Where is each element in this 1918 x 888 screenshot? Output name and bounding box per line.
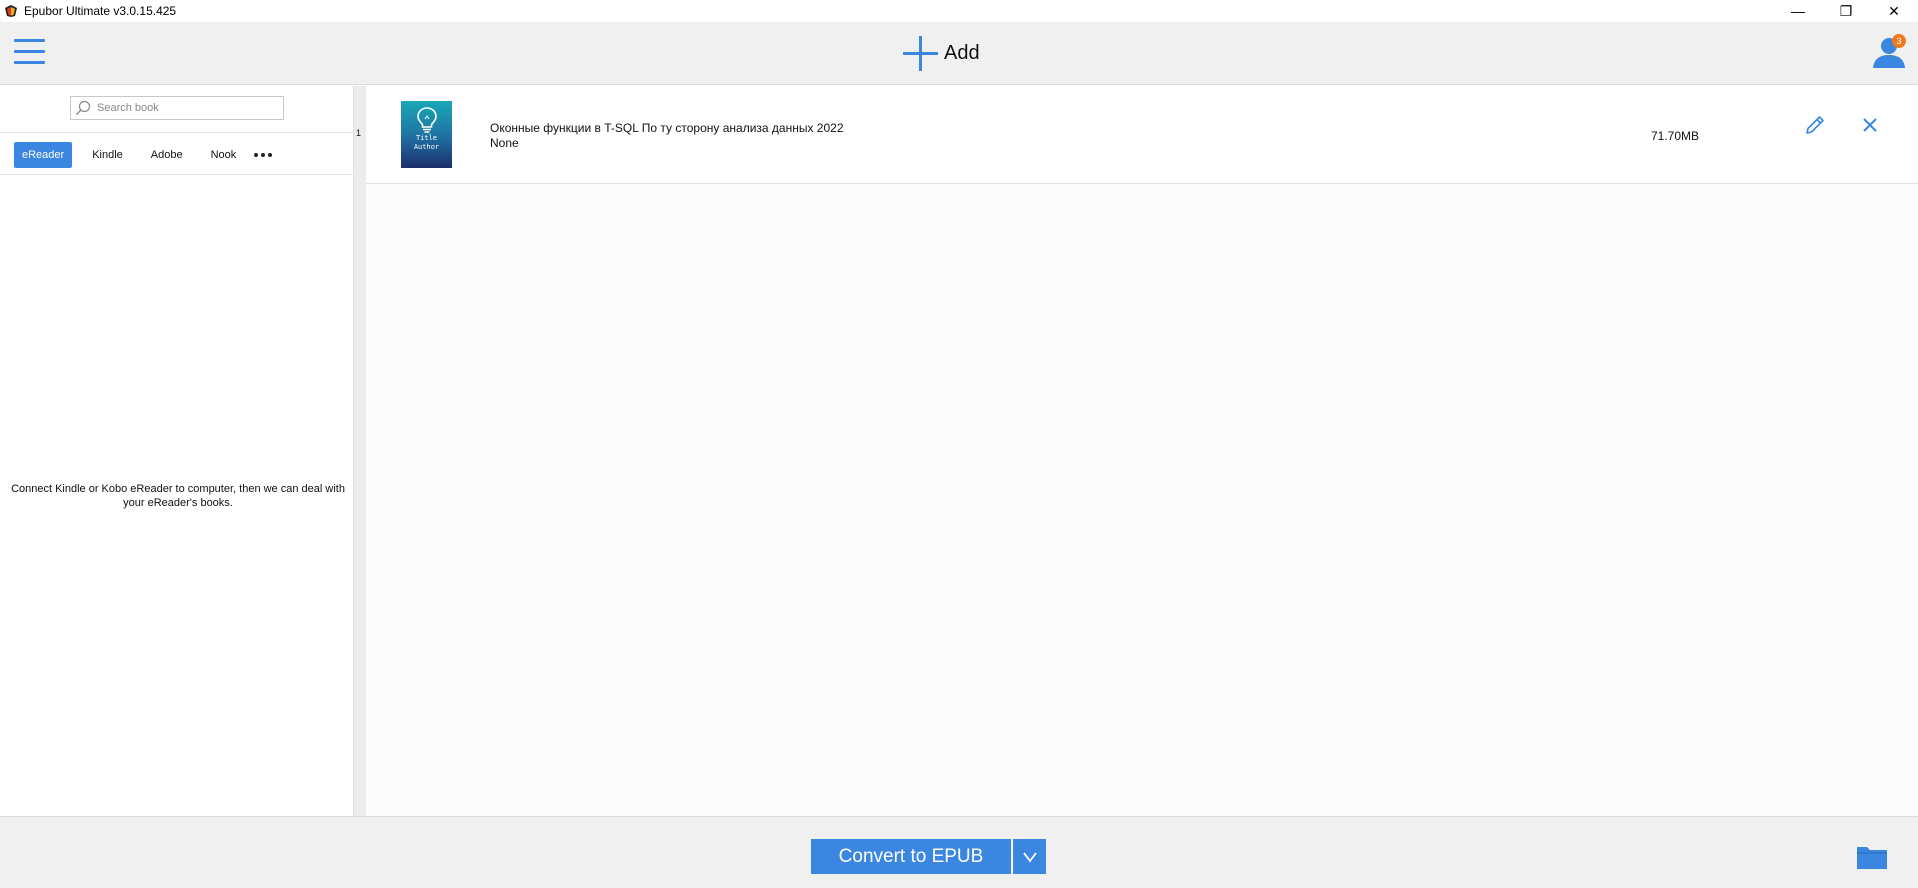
- notification-badge: 3: [1892, 34, 1906, 48]
- book-title: Оконные функции в T-SQL По ту сторону ан…: [490, 121, 844, 135]
- search-icon: [76, 100, 91, 115]
- window-controls: — ❐ ✕: [1774, 0, 1918, 22]
- tab-adobe[interactable]: Adobe: [143, 142, 191, 168]
- window-title: Epubor Ultimate v3.0.15.425: [24, 4, 177, 18]
- edit-metadata-button[interactable]: [1803, 113, 1827, 137]
- tab-kindle[interactable]: Kindle: [84, 142, 131, 168]
- device-tabs: eReader Kindle Adobe Nook: [14, 142, 275, 168]
- title-bar: Epubor Ultimate v3.0.15.425 — ❐ ✕: [0, 0, 1918, 22]
- cover-title-text: Title: [415, 134, 438, 142]
- device-sidebar: eReader Kindle Adobe Nook Connect Kindle…: [0, 86, 354, 816]
- book-row[interactable]: Title Author Оконные функции в T-SQL По …: [366, 86, 1918, 184]
- book-count: 1: [356, 128, 362, 138]
- book-list: Title Author Оконные функции в T-SQL По …: [366, 86, 1918, 816]
- book-cover: Title Author: [401, 101, 452, 168]
- add-button[interactable]: Add: [903, 35, 980, 72]
- tab-ereader[interactable]: eReader: [14, 142, 73, 168]
- add-label: Add: [944, 42, 980, 64]
- open-output-folder-button[interactable]: [1856, 844, 1888, 870]
- divider: [0, 132, 354, 133]
- restore-button[interactable]: ❐: [1822, 0, 1870, 22]
- search-box: [70, 96, 284, 120]
- app-logo-icon: [5, 5, 17, 17]
- book-size: 71.70MB: [1651, 129, 1700, 143]
- more-tabs-icon[interactable]: [254, 142, 275, 168]
- close-window-button[interactable]: ✕: [1870, 0, 1918, 22]
- remove-book-button[interactable]: [1860, 115, 1880, 135]
- chevron-down-icon: [1022, 851, 1037, 862]
- search-input[interactable]: [97, 102, 277, 114]
- menu-icon[interactable]: [14, 39, 45, 65]
- tab-nook[interactable]: Nook: [203, 142, 245, 168]
- convert-button[interactable]: Convert to EPUB: [811, 839, 1011, 874]
- folder-icon: [1857, 847, 1887, 869]
- book-author: None: [490, 136, 519, 150]
- bottom-bar: Convert to EPUB: [0, 816, 1918, 888]
- plus-icon: [903, 36, 938, 71]
- panel-splitter[interactable]: 1: [354, 86, 366, 816]
- pencil-icon: [1806, 116, 1824, 134]
- close-icon: [1863, 118, 1877, 132]
- toolbar: Add 3: [0, 22, 1918, 85]
- empty-device-message: Connect Kindle or Kobo eReader to comput…: [11, 483, 345, 509]
- divider: [0, 174, 354, 175]
- minimize-button[interactable]: —: [1774, 0, 1822, 22]
- user-account-button[interactable]: 3: [1872, 34, 1906, 70]
- lightbulb-icon: [416, 107, 437, 133]
- cover-author-text: Author: [413, 143, 440, 151]
- convert-format-dropdown[interactable]: [1012, 839, 1046, 874]
